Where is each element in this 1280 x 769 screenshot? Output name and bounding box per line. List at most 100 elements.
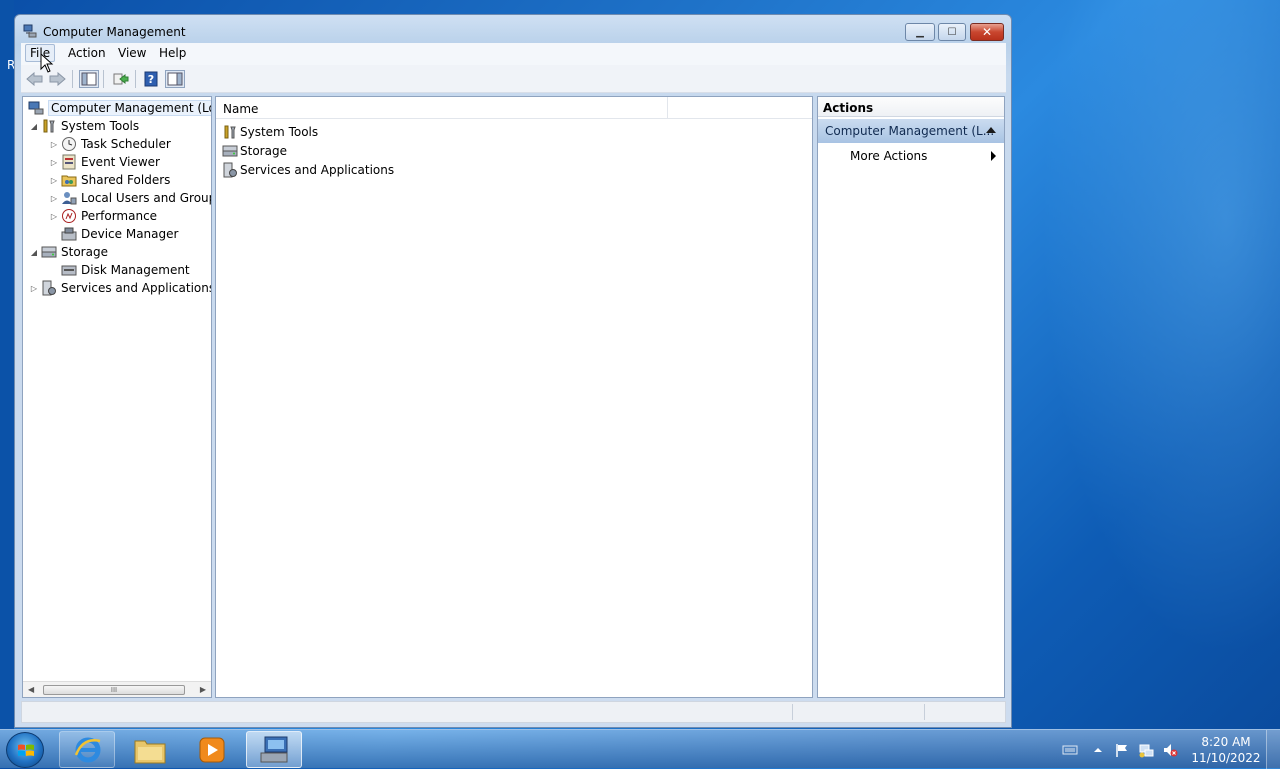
collapsed-triangle-icon[interactable]: ▷ <box>49 212 59 221</box>
actions-header: Actions <box>818 97 1004 117</box>
actions-section-computer-management[interactable]: Computer Management (L... <box>818 119 1004 143</box>
collapsed-triangle-icon[interactable]: ▷ <box>49 176 59 185</box>
computer-management-icon <box>260 736 288 763</box>
clock-time: 8:20 AM <box>1201 735 1251 749</box>
tree-item-event-viewer[interactable]: ▷ Event Viewer <box>49 153 160 171</box>
show-hidden-icons-chevron[interactable] <box>1090 742 1106 758</box>
back-arrow-icon <box>26 72 43 86</box>
storage-icon <box>222 145 238 157</box>
toolbar-separator <box>72 70 73 88</box>
export-list-icon <box>113 73 129 85</box>
column-header-name[interactable]: Name <box>223 102 258 116</box>
tree-item-label: Services and Applications <box>61 281 212 295</box>
list-item-label: Storage <box>240 144 287 158</box>
local-users-icon <box>62 192 77 205</box>
scroll-left-arrow-icon[interactable]: ◀ <box>28 685 34 694</box>
tree-item-shared-folders[interactable]: ▷ Shared Folders <box>49 171 170 189</box>
computer-management-icon <box>23 24 37 38</box>
windows-logo-icon <box>18 744 34 756</box>
tree-item-services-and-applications[interactable]: ▷ Services and Applications <box>29 279 212 297</box>
menu-action[interactable]: Action <box>66 46 108 60</box>
storage-icon <box>41 246 57 258</box>
disk-management-icon <box>61 265 77 276</box>
show-desktop-button[interactable] <box>1266 730 1280 769</box>
desktop-edge <box>0 0 14 730</box>
show-hide-console-tree-button[interactable] <box>79 70 99 88</box>
console-tree-pane[interactable]: Computer Management (Local ◢ System Tool… <box>22 96 212 698</box>
collapsed-triangle-icon[interactable]: ▷ <box>49 194 59 203</box>
tree-item-label: Event Viewer <box>81 155 160 169</box>
submenu-arrow-icon[interactable] <box>991 151 996 161</box>
more-actions-link[interactable]: More Actions <box>850 149 927 163</box>
tree-item-label: Disk Management <box>81 263 190 277</box>
scroll-right-arrow-icon[interactable]: ▶ <box>200 685 206 694</box>
collapsed-triangle-icon[interactable]: ▷ <box>29 284 39 293</box>
tree-item-root[interactable]: Computer Management (Local <box>26 99 211 117</box>
list-item-services-and-applications[interactable]: Services and Applications <box>222 161 394 179</box>
tree-item-task-scheduler[interactable]: ▷ Task Scheduler <box>49 135 171 153</box>
collapsed-triangle-icon[interactable]: ▷ <box>49 158 59 167</box>
taskbar-windows-explorer[interactable] <box>122 731 178 768</box>
tree-item-performance[interactable]: ▷ Performance <box>49 207 157 225</box>
start-button[interactable] <box>6 732 44 768</box>
forward-arrow-icon <box>49 72 66 86</box>
shared-folders-icon <box>61 175 77 187</box>
tree-item-label: Shared Folders <box>81 173 171 187</box>
tree-item-label: Local Users and Groups <box>81 191 212 205</box>
tree-item-label: Performance <box>81 209 158 223</box>
menu-help[interactable]: Help <box>157 46 188 60</box>
toolbar-separator <box>103 70 104 88</box>
status-divider <box>924 704 925 720</box>
scrollbar-thumb[interactable]: III <box>43 685 185 695</box>
tree-item-label: Task Scheduler <box>81 137 171 151</box>
svg-text:?: ? <box>148 73 154 86</box>
tree-horizontal-scrollbar[interactable]: ◀ III ▶ <box>23 681 211 697</box>
title-bar[interactable]: Computer Management ▁ ☐ ✕ <box>15 15 1011 45</box>
tree-item-system-tools[interactable]: ◢ System Tools <box>29 117 139 135</box>
maximize-icon: ☐ <box>947 26 957 38</box>
desktop-wallpaper-glow <box>1010 0 1280 730</box>
taskbar-media-player[interactable] <box>184 731 240 768</box>
windows-explorer-icon <box>134 740 166 764</box>
clock-date: 11/10/2022 <box>1191 751 1261 765</box>
tree-item-storage[interactable]: ◢ Storage <box>29 243 108 261</box>
status-divider <box>792 704 793 720</box>
tree-item-disk-management[interactable]: Disk Management <box>49 261 190 279</box>
expanded-triangle-icon[interactable]: ◢ <box>29 122 39 131</box>
tree-item-local-users-and-groups[interactable]: ▷ Local Users and Groups <box>49 189 212 207</box>
minimize-icon: ▁ <box>916 26 924 38</box>
maximize-button[interactable]: ☐ <box>938 23 966 41</box>
network-icon[interactable] <box>1138 742 1154 758</box>
results-list-pane[interactable]: Name System Tools Storage Services and A… <box>215 96 813 698</box>
list-header: Name <box>216 97 812 119</box>
collapse-up-triangle-icon[interactable] <box>986 127 996 133</box>
minimize-button[interactable]: ▁ <box>905 23 935 41</box>
tree-item-device-manager[interactable]: Device Manager <box>49 225 178 243</box>
help-icon: ? <box>144 71 158 87</box>
tree-item-label: Device Manager <box>81 227 179 241</box>
mouse-cursor-icon <box>40 53 54 73</box>
services-applications-icon <box>223 162 237 178</box>
column-divider[interactable] <box>667 97 668 119</box>
device-manager-icon <box>61 227 77 241</box>
tree-item-label: Storage <box>61 245 108 259</box>
volume-muted-icon[interactable] <box>1162 742 1178 758</box>
show-hide-action-pane-button[interactable] <box>165 70 185 88</box>
collapsed-triangle-icon[interactable]: ▷ <box>49 140 59 149</box>
action-center-flag-icon[interactable] <box>1114 742 1130 758</box>
menu-view[interactable]: View <box>116 46 148 60</box>
list-item-storage[interactable]: Storage <box>222 142 287 160</box>
keyboard-icon[interactable] <box>1062 742 1078 758</box>
menu-bar: File Action View Help <box>21 43 1006 65</box>
taskbar-internet-explorer[interactable] <box>59 731 115 768</box>
close-button[interactable]: ✕ <box>970 23 1004 41</box>
export-list-button[interactable] <box>111 70 131 88</box>
list-item-system-tools[interactable]: System Tools <box>222 123 318 141</box>
actions-pane: Actions Computer Management (L... More A… <box>817 96 1005 698</box>
computer-management-icon <box>28 101 44 115</box>
expanded-triangle-icon[interactable]: ◢ <box>29 248 39 257</box>
help-button[interactable]: ? <box>141 70 161 88</box>
close-icon: ✕ <box>981 25 993 39</box>
taskbar-clock[interactable]: 8:20 AM 11/10/2022 <box>1190 734 1262 766</box>
taskbar-computer-management[interactable] <box>246 731 302 768</box>
